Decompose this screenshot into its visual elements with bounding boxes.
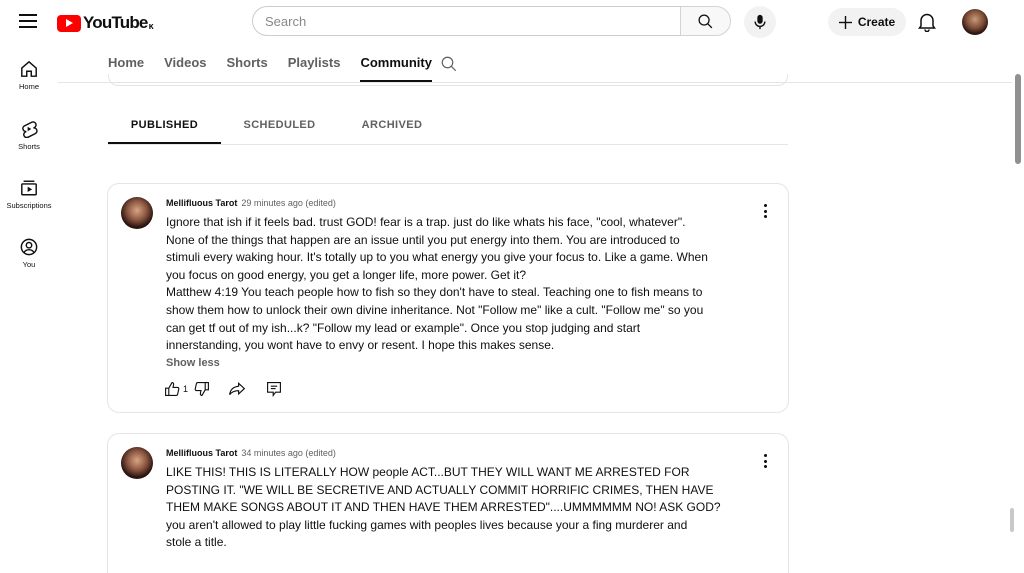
thumbs-up-icon[interactable] [164,381,180,397]
menu-icon[interactable] [19,14,37,28]
post-time[interactable]: 34 minutes ago (edited) [241,448,336,458]
plus-icon [838,15,852,29]
shorts-icon [22,121,38,138]
create-button[interactable]: Create [828,8,906,36]
post-line: LIKE THIS! THIS IS LITERALLY HOW people … [166,465,690,479]
post-meta: Mellifluous Tarot 29 minutes ago (edited) [166,198,336,208]
show-less-link[interactable]: Show less [166,357,220,369]
author-avatar[interactable] [121,197,153,229]
top-bar: YouTube ĸ Create [0,0,1024,44]
tab-published[interactable]: PUBLISHED [108,108,221,144]
community-post: Mellifluous Tarot 34 minutes ago (edited)… [107,433,789,573]
sidebar-label-shorts: Shorts [18,142,40,151]
post-meta: Mellifluous Tarot 34 minutes ago (edited) [166,448,336,458]
author-name[interactable]: Mellifluous Tarot [166,448,237,458]
post-line: you focus on good energy, you get a long… [166,267,526,282]
previous-card-edge [108,74,788,86]
like-count: 1 [183,384,189,394]
logo-suffix: ĸ [148,21,154,31]
sidebar-item-shorts[interactable]: Shorts [0,120,58,151]
post-line: THEM MAKE SONGS ABOUT IT AND THEN HAVE T… [166,500,721,515]
sidebar-item-home[interactable]: Home [0,60,58,91]
post-status-tabs: PUBLISHED SCHEDULED ARCHIVED [108,108,788,145]
search-box[interactable] [252,6,680,36]
microphone-icon [754,14,766,30]
scroll-indicator[interactable] [1010,508,1014,532]
author-name[interactable]: Mellifluous Tarot [166,198,237,208]
more-options-icon[interactable] [764,204,768,218]
post-body: Ignore that ish if it feels bad. trust G… [166,214,756,355]
you-icon [20,238,38,256]
post-line: Matthew 4:19 You teach people how to fis… [166,285,703,300]
post-line: None of the things that happen are an is… [166,232,680,247]
post-actions: 1 [164,381,282,397]
share-icon[interactable] [228,381,246,397]
tab-archived[interactable]: ARCHIVED [344,108,440,144]
post-line: can get tf out of my ish...k? "Follow my… [166,320,641,335]
post-line: stimuli every waking hour. It's totally … [166,250,708,265]
community-post: Mellifluous Tarot 29 minutes ago (edited)… [107,183,789,413]
post-line: you aren't allowed to play little fuckin… [166,517,688,532]
create-label: Create [857,15,896,29]
post-line: stole a title. [166,535,227,550]
sidebar-label-subscriptions: Subscriptions [6,201,52,210]
voice-search-button[interactable] [744,6,776,38]
account-avatar[interactable] [962,9,988,35]
post-line: show them how to unlock their own divine… [166,302,704,317]
post-line: POSTING IT. "WE WILL BE SECRETIVE AND AC… [166,482,714,497]
author-avatar[interactable] [121,447,153,479]
scrollbar-thumb[interactable] [1015,74,1021,164]
search-input[interactable] [253,7,677,35]
sidebar-label-home: Home [18,82,39,91]
logo-text: YouTube [83,13,148,32]
post-time[interactable]: 29 minutes ago (edited) [241,198,336,208]
notifications-bell-icon[interactable] [918,12,936,37]
youtube-play-icon [57,14,81,32]
home-icon [21,60,37,77]
tab-scheduled[interactable]: SCHEDULED [228,108,331,144]
post-body: LIKE THIS! THIS IS LITERALLY HOW people … [166,464,756,552]
search-icon [698,13,713,28]
more-options-icon[interactable] [764,454,768,468]
youtube-logo[interactable]: YouTube ĸ [57,13,154,33]
thumbs-down-icon[interactable] [194,381,210,397]
sidebar-item-subscriptions[interactable]: Subscriptions [0,179,58,210]
subscriptions-icon [21,180,37,196]
post-line: innerstanding, you wont have to envy or … [166,338,555,353]
search-button[interactable] [680,6,731,36]
sidebar-item-you[interactable]: You [0,238,58,269]
comment-icon[interactable] [266,381,282,397]
post-line: Ignore that ish if it feels bad. trust G… [166,215,686,229]
sidebar-label-you: You [22,260,36,269]
